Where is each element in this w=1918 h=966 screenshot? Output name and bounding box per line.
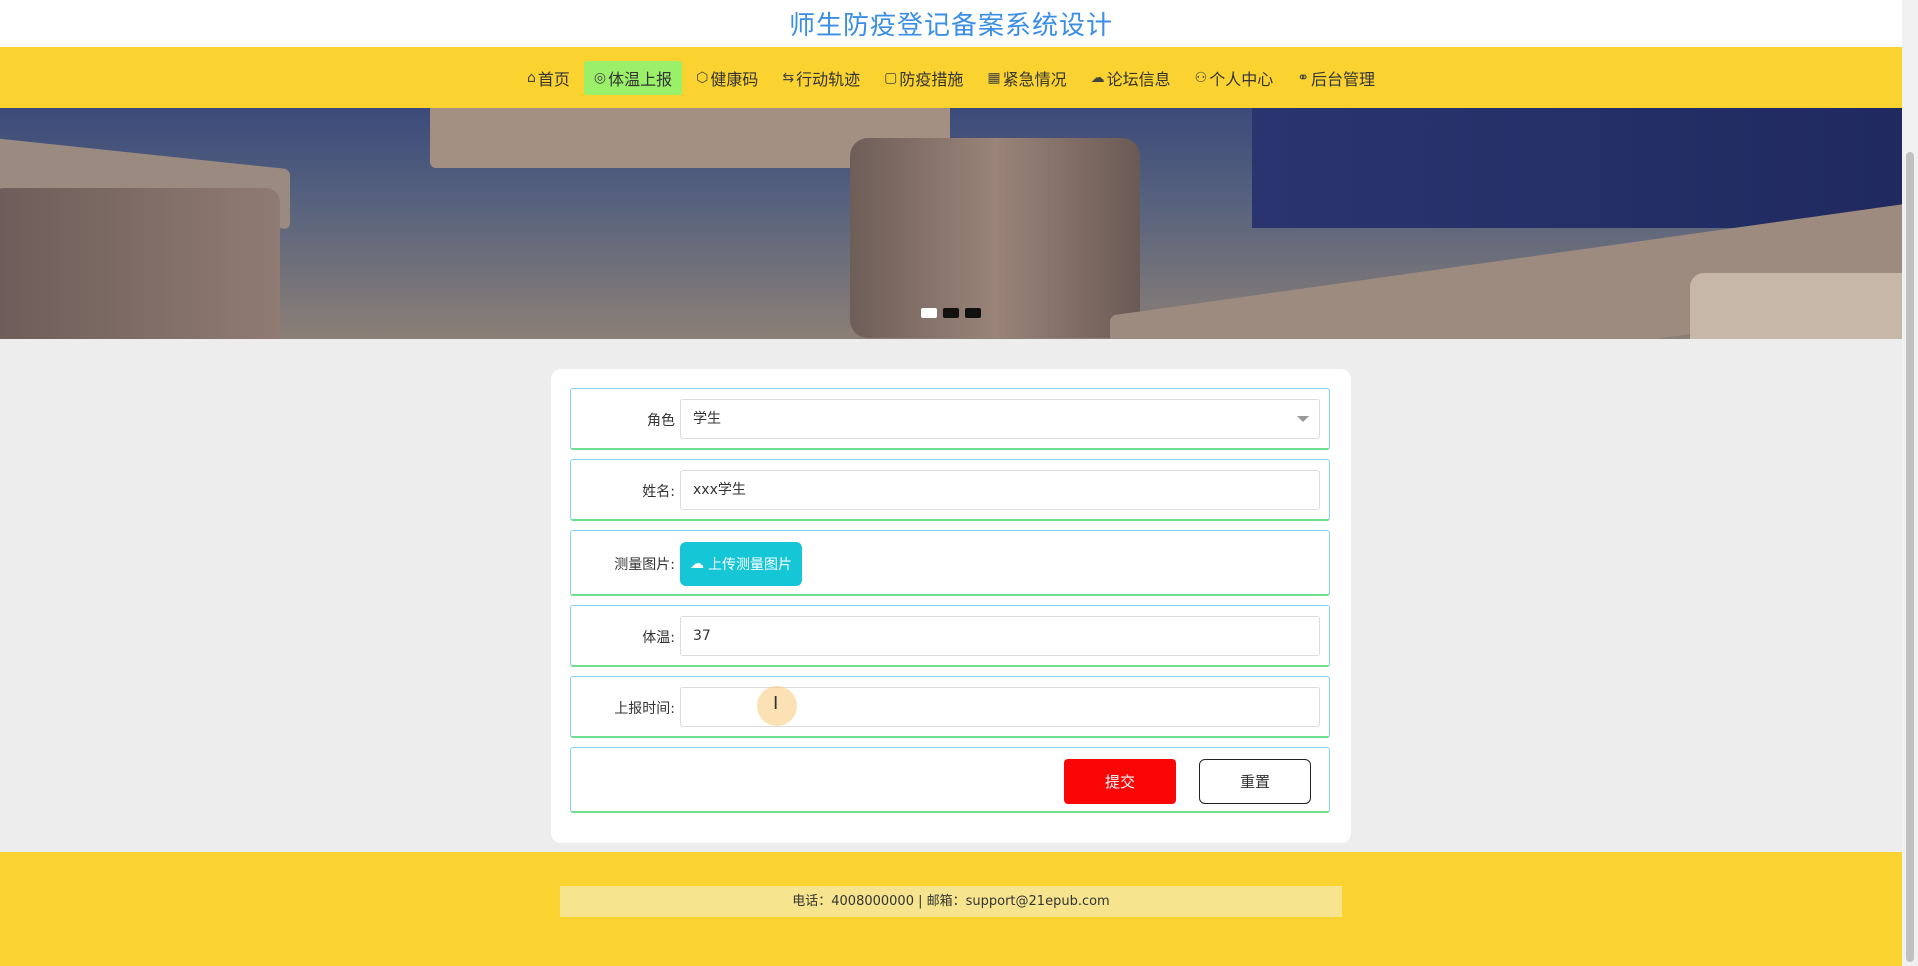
nav-item-temperature[interactable]: ◎ 体温上报 [583, 60, 683, 95]
nav-item-measures[interactable]: ▢ 防疫措施 [874, 61, 973, 95]
health-code-icon: ⬡ [696, 69, 709, 86]
site-title: 师生防疫登记备案系统设计 [788, 11, 1113, 41]
nav-label: 行动轨迹 [796, 69, 861, 89]
name-label: 姓名: [642, 484, 675, 500]
cloud-upload-icon: ☁ [690, 556, 704, 572]
user-icon: ⚇ [1194, 69, 1208, 86]
main-nav: ⌂ 首页 ◎ 体温上报 ⬡ 健康码 ⇆ 行动轨迹 ▢ 防疫措施 ▦ 紧急情况 ☁… [0, 47, 1902, 108]
scrollbar-thumb[interactable] [1906, 152, 1914, 962]
form-row-report-time: 上报时间: [570, 676, 1330, 738]
site-header: 师生防疫登记备案系统设计 [0, 0, 1902, 47]
site-footer: 电话：4008000000 | 邮箱：support@21epub.com [0, 852, 1902, 966]
photo-label: 测量图片: [614, 557, 675, 573]
nav-item-emergency[interactable]: ▦ 紧急情况 [977, 61, 1076, 95]
temperature-icon: ◎ [593, 69, 607, 86]
banner-chair-right [1690, 273, 1902, 339]
nav-label: 体温上报 [608, 69, 673, 89]
footer-contact: 电话：4008000000 | 邮箱：support@21epub.com [560, 886, 1342, 917]
measures-icon: ▢ [884, 69, 898, 86]
banner-wall [1252, 108, 1902, 228]
role-select-value: 学生 [693, 411, 721, 427]
emergency-icon: ▦ [987, 69, 1001, 86]
report-form: 角色 学生 姓名: xxx学生 测量图片: ☁ 上传测量图片 体温: 37 上报… [551, 369, 1351, 843]
nav-label: 后台管理 [1310, 69, 1375, 89]
report-time-label: 上报时间: [614, 701, 675, 717]
submit-button[interactable]: 提交 [1064, 759, 1176, 804]
nav-item-health-code[interactable]: ⬡ 健康码 [686, 61, 768, 95]
page-scrollbar[interactable] [1902, 0, 1918, 966]
form-row-photo: 测量图片: ☁ 上传测量图片 [570, 530, 1330, 596]
reset-button[interactable]: 重置 [1199, 759, 1311, 804]
chevron-down-icon [1297, 416, 1309, 422]
role-label: 角色 [647, 413, 675, 429]
carousel-dot[interactable] [965, 308, 981, 318]
temperature-input[interactable]: 37 [680, 616, 1320, 656]
track-icon: ⇆ [782, 69, 795, 86]
carousel-dot[interactable] [943, 308, 959, 318]
nav-label: 紧急情况 [1002, 69, 1067, 89]
name-input[interactable]: xxx学生 [680, 470, 1320, 510]
banner-carousel [0, 108, 1902, 339]
nav-item-forum[interactable]: ☁ 论坛信息 [1081, 61, 1181, 95]
carousel-indicators [0, 308, 1902, 318]
nav-label: 个人中心 [1209, 69, 1274, 89]
temperature-label: 体温: [642, 630, 675, 646]
form-row-role: 角色 学生 [570, 388, 1330, 450]
nav-item-track[interactable]: ⇆ 行动轨迹 [772, 61, 870, 95]
form-row-name: 姓名: xxx学生 [570, 459, 1330, 521]
carousel-dot[interactable] [921, 308, 937, 318]
nav-item-admin[interactable]: ⚭ 后台管理 [1287, 61, 1385, 95]
nav-label: 首页 [537, 69, 570, 89]
form-row-actions: 提交 重置 [570, 747, 1330, 813]
nav-item-home[interactable]: ⌂ 首页 [517, 61, 580, 95]
home-icon: ⌂ [527, 69, 536, 86]
forum-icon: ☁ [1090, 69, 1105, 86]
nav-item-profile[interactable]: ⚇ 个人中心 [1185, 61, 1284, 95]
text-cursor-icon: I [773, 693, 779, 714]
nav-label: 防疫措施 [899, 69, 964, 89]
nav-label: 健康码 [710, 69, 759, 89]
link-icon: ⚭ [1297, 69, 1309, 86]
upload-photo-button[interactable]: ☁ 上传测量图片 [680, 542, 802, 586]
nav-label: 论坛信息 [1106, 69, 1171, 89]
form-row-temperature: 体温: 37 [570, 605, 1330, 667]
upload-button-label: 上传测量图片 [708, 557, 792, 573]
role-select[interactable]: 学生 [680, 399, 1320, 439]
